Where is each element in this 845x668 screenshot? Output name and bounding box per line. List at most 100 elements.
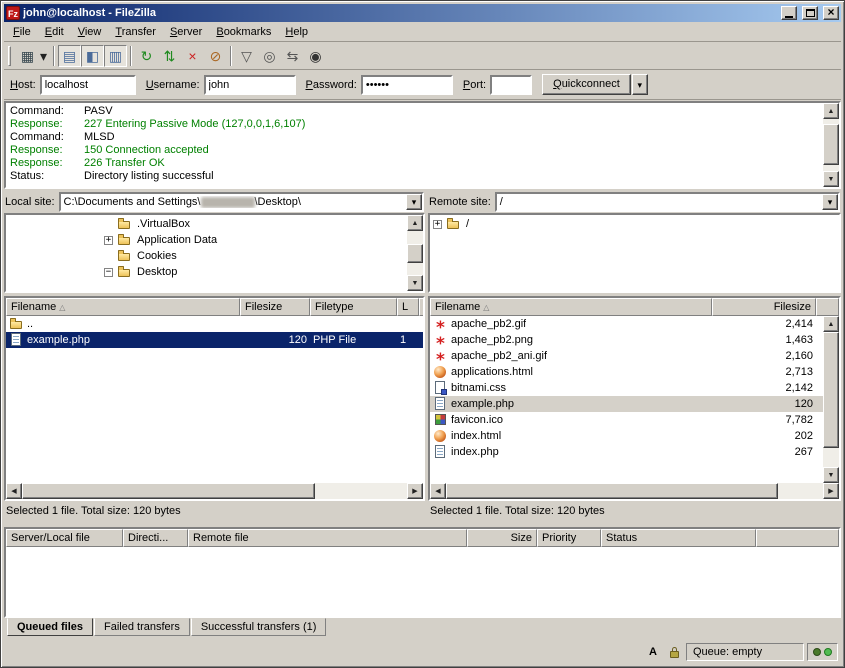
scrollbar-thumb[interactable] bbox=[22, 483, 315, 499]
scrollbar-track[interactable] bbox=[22, 483, 407, 499]
tree-item[interactable]: Cookies bbox=[6, 248, 407, 264]
file-row[interactable]: favicon.ico7,782 bbox=[430, 412, 823, 428]
log-line: Status:Directory listing successful bbox=[10, 170, 819, 183]
close-button[interactable] bbox=[823, 6, 839, 20]
remote-files-scrollbar[interactable] bbox=[823, 316, 839, 483]
column-header-label: Priority bbox=[542, 532, 576, 544]
html-icon bbox=[433, 365, 448, 379]
expand-plus-icon[interactable]: + bbox=[433, 220, 442, 229]
synchronized-browsing-button[interactable]: ⇆ bbox=[281, 45, 304, 67]
menu-view[interactable]: View bbox=[71, 23, 109, 41]
tree-item[interactable]: −Desktop bbox=[6, 264, 407, 280]
scroll-right-button[interactable] bbox=[407, 483, 423, 499]
tree-item[interactable]: +Application Data bbox=[6, 232, 407, 248]
find-files-button[interactable]: ◉ bbox=[304, 45, 327, 67]
tab-successful-transfers-1[interactable]: Successful transfers (1) bbox=[191, 618, 327, 636]
maximize-button[interactable] bbox=[802, 6, 818, 20]
titlebar[interactable]: Fz john@localhost - FileZilla bbox=[4, 4, 841, 22]
scroll-left-button[interactable] bbox=[430, 483, 446, 499]
refresh-button[interactable]: ↻ bbox=[135, 45, 158, 67]
toolbar-grip[interactable] bbox=[8, 46, 11, 66]
encryption-indicator[interactable] bbox=[665, 643, 683, 661]
menu-bookmarks[interactable]: Bookmarks bbox=[209, 23, 278, 41]
toggle-transfer-queue-button[interactable]: ▥ bbox=[104, 45, 127, 67]
column-header-status[interactable]: Status bbox=[601, 529, 756, 547]
scroll-right-button[interactable] bbox=[823, 483, 839, 499]
scroll-up-button[interactable] bbox=[823, 103, 839, 119]
log-scrollbar[interactable] bbox=[823, 103, 839, 187]
tab-failed-transfers[interactable]: Failed transfers bbox=[94, 618, 190, 636]
file-row[interactable]: index.html202 bbox=[430, 428, 823, 444]
site-manager-button[interactable]: ▦ bbox=[16, 45, 39, 67]
column-header-size[interactable]: Size bbox=[467, 529, 537, 547]
scroll-down-button[interactable] bbox=[823, 467, 839, 483]
local-files-hscrollbar[interactable] bbox=[6, 483, 423, 499]
transfer-type-indicator[interactable]: A bbox=[644, 643, 662, 661]
column-header-filesize[interactable]: Filesize bbox=[712, 298, 816, 316]
remote-files-hscrollbar[interactable] bbox=[430, 483, 839, 499]
file-row[interactable]: .. bbox=[6, 316, 423, 332]
local-tree-scrollbar[interactable] bbox=[407, 215, 423, 291]
filezilla-app-icon: Fz bbox=[6, 6, 20, 20]
column-header-filesize[interactable]: Filesize bbox=[240, 298, 310, 316]
port-input[interactable] bbox=[490, 75, 532, 95]
column-header-l[interactable]: L bbox=[397, 298, 419, 316]
scrollbar-track[interactable] bbox=[823, 119, 839, 171]
scrollbar-thumb[interactable] bbox=[823, 124, 839, 165]
scroll-up-button[interactable] bbox=[407, 215, 423, 231]
column-header-filename[interactable]: Filename bbox=[6, 298, 240, 316]
column-header-priority[interactable]: Priority bbox=[537, 529, 601, 547]
menu-transfer[interactable]: Transfer bbox=[108, 23, 163, 41]
scrollbar-thumb[interactable] bbox=[407, 244, 423, 262]
scroll-down-button[interactable] bbox=[407, 275, 423, 291]
scroll-down-button[interactable] bbox=[823, 171, 839, 187]
column-header-remote-file[interactable]: Remote file bbox=[188, 529, 467, 547]
column-header-filename[interactable]: Filename bbox=[430, 298, 712, 316]
column-header-server-local-file[interactable]: Server/Local file bbox=[6, 529, 123, 547]
file-row[interactable]: apache_pb2_ani.gif2,160 bbox=[430, 348, 823, 364]
file-row[interactable]: apache_pb2.png1,463 bbox=[430, 332, 823, 348]
scrollbar-thumb[interactable] bbox=[446, 483, 778, 499]
collapse-minus-icon[interactable]: − bbox=[104, 268, 113, 277]
disconnect-button[interactable]: ⊘ bbox=[204, 45, 227, 67]
file-row[interactable]: applications.html2,713 bbox=[430, 364, 823, 380]
menu-file[interactable]: File bbox=[6, 23, 38, 41]
tree-item[interactable]: .VirtualBox bbox=[6, 216, 407, 232]
scrollbar-track[interactable] bbox=[407, 231, 423, 275]
file-row[interactable]: example.php120PHP File1 bbox=[6, 332, 423, 348]
directory-comparison-button[interactable]: ◎ bbox=[258, 45, 281, 67]
scrollbar-thumb[interactable] bbox=[823, 332, 839, 448]
quickconnect-dropdown-button[interactable] bbox=[632, 74, 648, 95]
local-site-dropdown-button[interactable] bbox=[406, 194, 422, 210]
toggle-message-log-button[interactable]: ▤ bbox=[58, 45, 81, 67]
filename-filters-button[interactable]: ▽ bbox=[235, 45, 258, 67]
expand-plus-icon[interactable]: + bbox=[104, 236, 113, 245]
file-row[interactable]: example.php120 bbox=[430, 396, 823, 412]
column-header-filetype[interactable]: Filetype bbox=[310, 298, 397, 316]
tab-queued-files[interactable]: Queued files bbox=[7, 618, 93, 636]
tree-item[interactable]: +/ bbox=[430, 216, 839, 232]
remote-site-combo[interactable]: / bbox=[495, 192, 840, 212]
toggle-directory-trees-button[interactable]: ◧ bbox=[81, 45, 104, 67]
column-header-directi[interactable]: Directi... bbox=[123, 529, 188, 547]
site-manager-dropdown-button[interactable]: ▾ bbox=[37, 45, 50, 67]
file-row[interactable]: index.php267 bbox=[430, 444, 823, 460]
scrollbar-track[interactable] bbox=[446, 483, 823, 499]
remote-site-dropdown-button[interactable] bbox=[822, 194, 838, 210]
scrollbar-track[interactable] bbox=[823, 332, 839, 467]
menu-help[interactable]: Help bbox=[278, 23, 315, 41]
file-row[interactable]: bitnami.css2,142 bbox=[430, 380, 823, 396]
scroll-up-button[interactable] bbox=[823, 316, 839, 332]
scroll-left-button[interactable] bbox=[6, 483, 22, 499]
file-row[interactable]: apache_pb2.gif2,414 bbox=[430, 316, 823, 332]
password-input[interactable] bbox=[361, 75, 453, 95]
menu-edit[interactable]: Edit bbox=[38, 23, 71, 41]
process-queue-button[interactable]: ⇅ bbox=[158, 45, 181, 67]
host-input[interactable] bbox=[40, 75, 136, 95]
menu-server[interactable]: Server bbox=[163, 23, 209, 41]
username-input[interactable] bbox=[204, 75, 296, 95]
cancel-operation-button[interactable]: × bbox=[181, 45, 204, 67]
local-site-combo[interactable]: C:\Documents and Settings\\Desktop\ bbox=[59, 192, 424, 212]
quickconnect-button[interactable]: Quickconnect bbox=[542, 74, 631, 95]
minimize-button[interactable] bbox=[781, 6, 797, 20]
